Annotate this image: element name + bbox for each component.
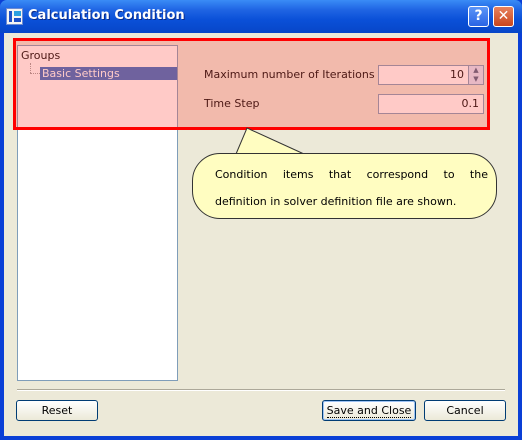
callout-text-line-1: Condition items that correspond to the (215, 168, 488, 181)
calculation-condition-dialog: Calculation Condition ? ✕ Groups Basic S… (0, 0, 522, 440)
app-icon (6, 8, 23, 25)
window-title: Calculation Condition (28, 8, 185, 23)
callout-word: Condition (215, 168, 268, 181)
dialog-body: Groups Basic Settings Maximum number of … (4, 33, 518, 436)
callout-word: correspond (366, 168, 429, 181)
save-and-close-button[interactable]: Save and Close (322, 400, 416, 421)
save-and-close-label: Save and Close (326, 404, 412, 418)
callout-word: that (328, 168, 352, 181)
help-button[interactable]: ? (468, 6, 489, 27)
divider (17, 389, 505, 391)
callout-word: the (469, 168, 488, 181)
callout-text-line-2: definition in solver definition file are… (215, 195, 457, 208)
callout-note: Condition items that correspond to the d… (192, 153, 497, 219)
title-bar[interactable]: Calculation Condition ? ✕ (0, 0, 522, 33)
cancel-button[interactable]: Cancel (424, 400, 506, 421)
close-button[interactable]: ✕ (493, 6, 514, 27)
callout-word: to (443, 168, 455, 181)
reset-button[interactable]: Reset (16, 400, 98, 421)
callout-word: items (282, 168, 314, 181)
highlight-box (13, 38, 490, 130)
